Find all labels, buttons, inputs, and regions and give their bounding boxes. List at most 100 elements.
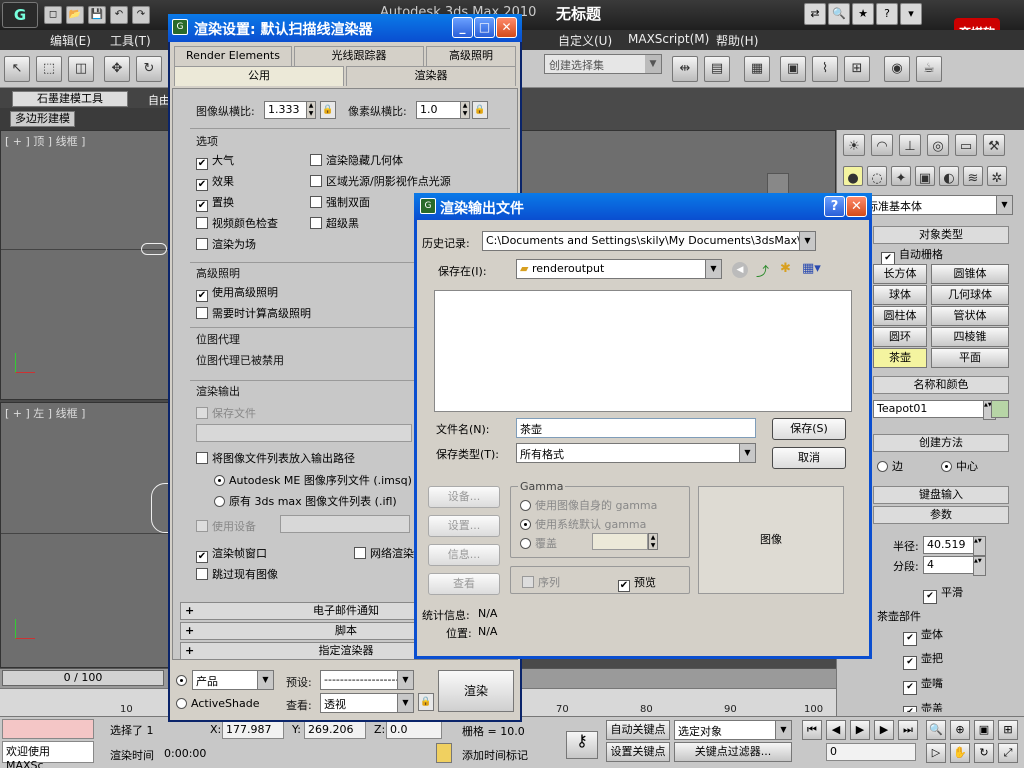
teapot-button[interactable]: 茶壶: [873, 348, 927, 368]
spinner-arrows-icon[interactable]: ▲ ▼: [648, 533, 658, 550]
tab-raytracer[interactable]: 光线跟踪器: [294, 46, 424, 66]
zoom-icon[interactable]: 🔍: [926, 720, 946, 740]
viewport-left-label[interactable]: [ + ] 左 ] 线框 ]: [5, 405, 85, 421]
rollout-keyboard-entry[interactable]: 键盘输入: [873, 486, 1009, 504]
pyramid-button[interactable]: 四棱锥: [931, 327, 1009, 347]
render-setup-icon[interactable]: ☕: [916, 56, 942, 82]
save-file-checkbox[interactable]: 保存文件: [196, 405, 256, 421]
object-category-dropdown[interactable]: 标准基本体 ▼: [863, 195, 1013, 215]
file-list[interactable]: [434, 290, 852, 412]
shapes-icon[interactable]: ◌: [867, 166, 887, 186]
tab-renderer[interactable]: 渲染器: [346, 66, 516, 86]
part-body-checkbox[interactable]: 壶体: [903, 626, 943, 646]
dropdown-icon[interactable]: ▾: [900, 3, 922, 25]
pan-icon[interactable]: ✋: [950, 743, 970, 763]
modify-tab-icon[interactable]: ◠: [871, 134, 893, 156]
spacewarps-icon[interactable]: ≋: [963, 166, 983, 186]
render-button[interactable]: 渲染: [438, 670, 514, 712]
mode-production-dropdown[interactable]: 产品 ▼: [192, 670, 274, 690]
lights-icon[interactable]: ✦: [891, 166, 911, 186]
render-fields-checkbox[interactable]: 渲染为场: [196, 236, 256, 252]
viewcube-icon[interactable]: [767, 173, 789, 195]
box-button[interactable]: 长方体: [873, 264, 927, 284]
plane-button[interactable]: 平面: [931, 348, 1009, 368]
ifl-radio[interactable]: 原有 3ds max 图像文件列表 (.ifl): [214, 493, 397, 509]
part-handle-checkbox[interactable]: 壶把: [903, 650, 943, 670]
y-coordinate-field[interactable]: 269.206: [304, 721, 366, 739]
maximize-icon[interactable]: □: [474, 17, 495, 38]
align-icon[interactable]: ▤: [704, 56, 730, 82]
setup-device-button[interactable]: 设备...: [428, 486, 500, 508]
gamma-own-radio[interactable]: 使用图像自身的 gamma: [520, 497, 657, 513]
maximize-viewport-icon[interactable]: ⤢: [998, 743, 1018, 763]
utilities-tab-icon[interactable]: ⚒: [983, 134, 1005, 156]
device-field[interactable]: [280, 515, 410, 533]
settings-button[interactable]: 设置...: [428, 515, 500, 537]
close-icon[interactable]: ✕: [496, 17, 517, 38]
key-mode-dropdown[interactable]: 选定对象 ▼: [674, 720, 792, 740]
view-button[interactable]: 查看: [428, 573, 500, 595]
atmosphere-checkbox[interactable]: ✔ 大气: [196, 152, 234, 170]
menu-maxscript[interactable]: MAXScript(M): [628, 32, 709, 46]
rollout-parameters[interactable]: 参数: [873, 506, 1009, 524]
creation-center-radio[interactable]: 中心: [941, 458, 978, 474]
z-coordinate-field[interactable]: 0.0: [386, 721, 442, 739]
creation-edge-radio[interactable]: 边: [877, 458, 903, 474]
save-in-dropdown[interactable]: ▰ renderoutput ▼: [516, 259, 722, 279]
add-time-tag-button[interactable]: 添加时间标记: [462, 747, 528, 763]
lock-view-icon[interactable]: 🔒: [418, 693, 434, 711]
save-button[interactable]: 保存(S): [772, 418, 846, 440]
view-menu-icon[interactable]: ▦▾: [802, 261, 821, 276]
zoom-extents-icon[interactable]: ▣: [974, 720, 994, 740]
rollout-creation-method[interactable]: 创建方法: [873, 434, 1009, 452]
favorites-icon[interactable]: ★: [852, 3, 874, 25]
cone-button[interactable]: 圆锥体: [931, 264, 1009, 284]
ribbon-tab-graphite[interactable]: 石墨建模工具: [12, 91, 128, 107]
render-hidden-checkbox[interactable]: 渲染隐藏几何体: [310, 152, 403, 168]
select-region-icon[interactable]: ⬚: [36, 56, 62, 82]
net-render-checkbox[interactable]: 网络渲染: [354, 545, 414, 561]
part-spout-checkbox[interactable]: 壶嘴: [903, 675, 943, 695]
cancel-button[interactable]: 取消: [772, 447, 846, 469]
effects-checkbox[interactable]: ✔ 效果: [196, 173, 234, 191]
force-two-sided-checkbox[interactable]: 强制双面: [310, 194, 370, 210]
auto-grid-checkbox[interactable]: 自动栅格: [881, 246, 943, 266]
mode-activeshade-radio[interactable]: ActiveShade: [176, 697, 259, 710]
back-icon[interactable]: ◀: [732, 262, 748, 278]
lock-icon[interactable]: 🔒: [472, 101, 488, 119]
minimize-icon[interactable]: _: [452, 17, 473, 38]
gamma-override-spinner[interactable]: [592, 533, 648, 550]
rotate-icon[interactable]: ↻: [136, 56, 162, 82]
select-object-icon[interactable]: ↖: [4, 56, 30, 82]
maxscript-listener-mini[interactable]: [2, 719, 94, 739]
move-icon[interactable]: ✥: [104, 56, 130, 82]
sequence-checkbox[interactable]: 序列: [522, 574, 560, 590]
tube-button[interactable]: 管状体: [931, 306, 1009, 326]
menu-edit[interactable]: 编辑(E): [50, 32, 91, 49]
tab-render-elements[interactable]: Render Elements: [174, 46, 292, 66]
play-icon[interactable]: ▶: [850, 720, 870, 740]
fov-icon[interactable]: ▷: [926, 743, 946, 763]
use-device-checkbox[interactable]: 使用设备: [196, 518, 256, 534]
super-black-checkbox[interactable]: 超级黑: [310, 215, 359, 231]
preset-dropdown[interactable]: -------------------- ▼: [320, 670, 414, 690]
app-logo-button[interactable]: G: [2, 2, 38, 28]
use-advanced-lighting-checkbox[interactable]: ✔ 使用高级照明: [196, 284, 278, 302]
radius-spinner[interactable]: 40.519: [923, 536, 986, 556]
up-folder-icon[interactable]: ⤴: [756, 261, 769, 280]
x-coordinate-field[interactable]: 177.987: [222, 721, 284, 739]
output-path-field[interactable]: [196, 424, 412, 442]
filename-input[interactable]: 茶壶: [516, 418, 756, 438]
help-icon[interactable]: ?: [824, 196, 845, 217]
viewport-left[interactable]: [ + ] 左 ] 线框 ]: [0, 402, 176, 668]
new-file-icon[interactable]: ◻: [44, 6, 62, 24]
pixel-aspect-spinner[interactable]: 1.0: [416, 101, 462, 119]
graphite-toggle-icon[interactable]: ▣: [780, 56, 806, 82]
displacement-checkbox[interactable]: ✔ 置换: [196, 194, 234, 212]
hierarchy-tab-icon[interactable]: ⊥: [899, 134, 921, 156]
imsq-radio[interactable]: Autodesk ME 图像序列文件 (.imsq): [214, 472, 412, 488]
viewport-top[interactable]: [ + ] 顶 ] 线框 ]: [0, 130, 176, 400]
goto-start-icon[interactable]: ⏮: [802, 720, 822, 740]
rollout-name-color[interactable]: 名称和颜色: [873, 376, 1009, 394]
spinner-arrows-icon[interactable]: ▲ ▼: [306, 101, 316, 119]
